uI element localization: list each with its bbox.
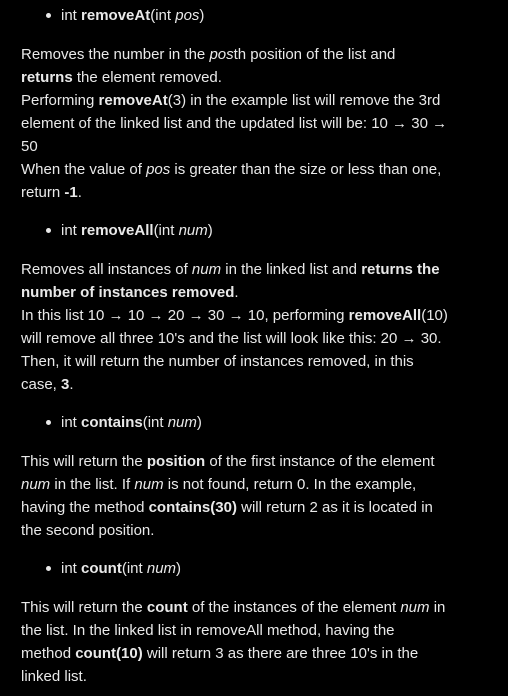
return-type: int — [61, 560, 82, 577]
text-line: num in the list. If num is not found, re… — [21, 476, 417, 493]
text-line: This will return the position of the fir… — [21, 453, 435, 470]
text-line: Then, it will return the number of insta… — [21, 353, 414, 370]
bullet-icon — [46, 12, 51, 18]
param-name: pos — [175, 7, 200, 24]
text-line: Performing removeAt(3) in the example li… — [21, 92, 441, 109]
return-type: int — [61, 7, 82, 24]
bullet-icon — [46, 565, 51, 571]
method-signature-removeat: int removeAt(int pos) — [46, 5, 204, 27]
bullet-icon — [46, 227, 51, 233]
param-name: num — [178, 222, 208, 239]
method-name: count — [81, 560, 122, 577]
paren-close: ) — [199, 7, 205, 24]
return-type: int — [61, 414, 82, 431]
text-line: This will return the count of the instan… — [21, 599, 446, 616]
bullet-icon — [46, 419, 51, 425]
method-name: removeAt — [81, 7, 151, 24]
text-line: When the value of pos is greater than th… — [21, 161, 442, 178]
document: int removeAt(int pos) Removes the number… — [0, 0, 508, 696]
param-name: num — [167, 414, 197, 431]
method-name: removeAll — [81, 222, 154, 239]
param-type: (int — [121, 560, 147, 577]
text-line: returns the element removed. — [21, 69, 222, 86]
description-count: This will return the count of the instan… — [21, 596, 491, 688]
text-line: In this list 10 → 10 → 20 → 30 → 10, per… — [21, 307, 448, 324]
method-signature-contains: int contains(int num) — [46, 412, 202, 434]
param-type: (int — [142, 414, 168, 431]
text-line: Removes all instances of num in the link… — [21, 261, 440, 278]
method-signature-removeall: int removeAll(int num) — [46, 220, 213, 242]
text-line: Removes the number in the posth position… — [21, 46, 396, 63]
param-type: (int — [153, 222, 179, 239]
text-line: return -1. — [21, 184, 82, 201]
text-line: case, 3. — [21, 376, 74, 393]
param-type: (int — [150, 7, 176, 24]
paren-close: ) — [207, 222, 213, 239]
description-contains: This will return the position of the fir… — [21, 450, 491, 542]
text-line: having the method contains(30) will retu… — [21, 499, 433, 516]
return-type: int — [61, 222, 82, 239]
text-line: the second position. — [21, 522, 155, 539]
text-line: method count(10) will return 3 as there … — [21, 645, 419, 662]
text-line: 50 — [21, 138, 38, 155]
description-removeall: Removes all instances of num in the link… — [21, 258, 491, 396]
text-line: element of the linked list and the updat… — [21, 115, 448, 132]
method-signature-count: int count(int num) — [46, 558, 181, 580]
text-line: will remove all three 10's and the list … — [21, 330, 442, 347]
text-line: the list. In the linked list in removeAl… — [21, 622, 395, 639]
text-line: linked list. — [21, 668, 87, 685]
text-line: number of instances removed. — [21, 284, 239, 301]
paren-close: ) — [196, 414, 202, 431]
description-removeat: Removes the number in the posth position… — [21, 43, 491, 204]
method-name: contains — [81, 414, 143, 431]
param-name: num — [146, 560, 177, 577]
paren-close: ) — [176, 560, 182, 577]
